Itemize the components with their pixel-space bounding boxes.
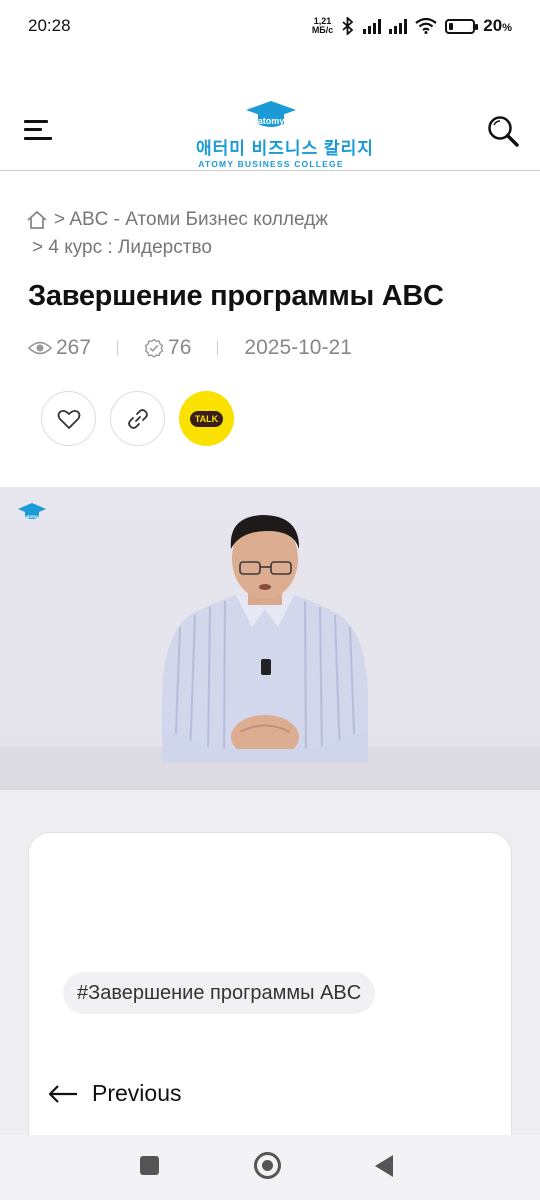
battery-icon	[445, 18, 479, 34]
meta-divider	[117, 341, 119, 355]
arrow-left-icon	[48, 1084, 77, 1103]
logo-english-text: ATOMY BUSINESS COLLEGE	[198, 159, 344, 169]
meta-divider-2	[217, 341, 219, 355]
article-meta: 267 76 2025-10-21	[28, 336, 352, 360]
verified-check-icon	[144, 338, 164, 358]
home-icon[interactable]	[26, 210, 48, 230]
home-button[interactable]	[254, 1152, 281, 1179]
previous-link[interactable]: Previous	[48, 1080, 181, 1107]
page-title: Завершение программы ABC	[28, 280, 444, 312]
breadcrumb: > ABC - Атоми Бизнес колледж > 4 курс : …	[26, 206, 516, 262]
action-buttons: TALK	[41, 391, 234, 446]
video-player[interactable]: atomy	[0, 487, 540, 790]
like-button[interactable]	[41, 391, 96, 446]
eye-icon	[28, 341, 52, 355]
status-icons: 1,21 МБ/с 20%	[312, 16, 512, 36]
menu-button[interactable]	[24, 118, 52, 142]
logo-korean-text: 애터미 비즈니스 칼리지	[196, 139, 374, 158]
heart-icon	[57, 409, 80, 429]
wifi-icon	[415, 18, 437, 34]
recent-apps-button[interactable]	[140, 1156, 159, 1175]
status-bar: 20:28 1,21 МБ/с 20%	[0, 0, 540, 52]
previous-label: Previous	[92, 1080, 182, 1106]
graduation-cap-icon: atomy	[245, 100, 297, 130]
copy-link-button[interactable]	[110, 391, 165, 446]
watermark-cap-icon: atomy	[18, 503, 46, 519]
site-logo[interactable]: atomy 애터미 비즈니스 칼리지 ATOMY BUSINESS COLLEG…	[196, 100, 374, 169]
site-header: atomy 애터미 비즈니스 칼리지 ATOMY BUSINESS COLLEG…	[0, 90, 540, 171]
kakao-share-button[interactable]: TALK	[179, 391, 234, 446]
tag-chip[interactable]: #Завершение программы ABC	[63, 972, 376, 1014]
video-thumbnail: atomy	[0, 503, 540, 790]
signal-icon	[363, 18, 382, 34]
breadcrumb-item-course[interactable]: > 4 курс : Лидерство	[32, 234, 212, 262]
link-icon	[127, 408, 148, 429]
search-button[interactable]	[486, 114, 520, 148]
kakao-talk-icon: TALK	[189, 410, 224, 427]
system-nav-bar	[0, 1135, 540, 1200]
publish-date: 2025-10-21	[244, 336, 352, 359]
menu-icon	[24, 120, 48, 123]
signal-icon-2	[389, 18, 408, 34]
svg-text:atomy: atomy	[25, 514, 39, 519]
view-count: 267	[28, 336, 91, 360]
network-speed: 1,21 МБ/с	[311, 16, 334, 35]
search-icon	[488, 116, 519, 147]
completion-count: 76	[144, 336, 191, 360]
svg-text:atomy: atomy	[258, 116, 285, 126]
bluetooth-icon	[342, 17, 354, 35]
breadcrumb-item-category[interactable]: > ABC - Атоми Бизнес колледж	[54, 206, 328, 234]
status-time: 20:28	[28, 16, 71, 35]
back-button[interactable]	[375, 1155, 393, 1177]
battery-percent: 20%	[483, 16, 512, 35]
